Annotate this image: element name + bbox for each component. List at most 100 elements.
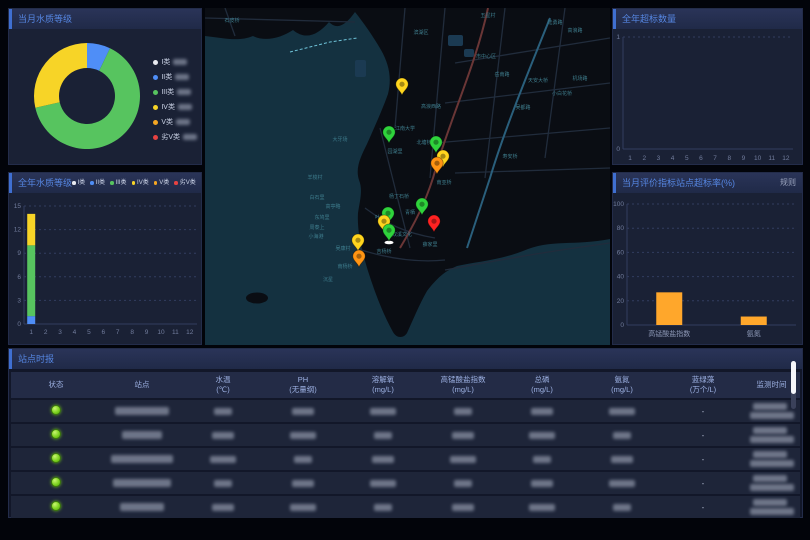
- panel-year-exceed: 全年超标数量 10123456789101112: [612, 8, 803, 165]
- scrollbar-track[interactable]: [791, 361, 796, 409]
- legend-item[interactable]: II类: [153, 72, 197, 82]
- x-axis-label: 9: [742, 155, 746, 162]
- status-indicator-normal: [51, 429, 61, 439]
- legend-item[interactable]: I类: [72, 173, 85, 193]
- legend-dot: [153, 135, 158, 140]
- panel-title: 当月评价指标站点超标率(%): [622, 173, 735, 193]
- scrollbar-thumb[interactable]: [791, 361, 796, 394]
- table-row[interactable]: -: [11, 424, 800, 446]
- nh3-cell: [581, 407, 663, 416]
- legend-label: 劣V类: [161, 132, 180, 142]
- redacted-value: [290, 504, 316, 511]
- x-axis-label: 2: [642, 155, 646, 162]
- table-row[interactable]: -: [11, 400, 800, 422]
- map-label: 南杨桥: [337, 263, 352, 270]
- column-label: 站点: [101, 380, 183, 390]
- column-header-6: 总磷(mg/L): [503, 375, 581, 395]
- map-label: 白石里: [309, 194, 324, 201]
- time-cell: [743, 426, 800, 444]
- legend-item[interactable]: III类: [153, 87, 197, 97]
- map-park: [355, 60, 366, 77]
- legend-item[interactable]: I类: [153, 57, 197, 67]
- x-axis-label: 4: [671, 155, 675, 162]
- x-axis-label: 2: [44, 329, 48, 336]
- time-cell: [743, 474, 800, 492]
- status-cell: [11, 477, 101, 489]
- x-axis-label: 8: [727, 155, 731, 162]
- redacted-value: [454, 480, 472, 487]
- station-cell: [101, 503, 183, 512]
- map-label: 羊梭村: [307, 174, 322, 181]
- x-axis-label: 11: [172, 329, 179, 336]
- temp-cell: [183, 503, 263, 512]
- legend-item[interactable]: 劣V类: [153, 132, 197, 142]
- x-axis-label: 3: [657, 155, 661, 162]
- legend-dot: [72, 181, 76, 185]
- x-axis-label: 氨氮: [747, 329, 761, 338]
- legend-label: III类: [116, 173, 127, 193]
- map-label: 园湖里: [387, 148, 402, 155]
- legend-item[interactable]: 劣V类: [174, 173, 196, 193]
- legend-item[interactable]: V类: [153, 117, 197, 127]
- legend-item[interactable]: II类: [90, 173, 105, 193]
- map[interactable]: 石皮桥滨湖区五星村陆勇路高浪路市中心区岳南路天安大桥机场路小白花桥高浪西路吴都路…: [205, 8, 610, 345]
- panel-year-quality: 全年水质等级 I类II类III类IV类V类劣V类 036912151234567…: [8, 172, 202, 345]
- x-axis-label: 1: [29, 329, 33, 336]
- map-label: 吴都路: [515, 104, 530, 111]
- legend-dot: [154, 181, 158, 185]
- legend-item[interactable]: IV类: [132, 173, 149, 193]
- y-axis-label: 6: [17, 274, 21, 281]
- map-label: 市中心区: [476, 53, 496, 60]
- legend-value-redacted: [183, 134, 197, 140]
- algae-cell: -: [663, 455, 743, 464]
- redacted-time: [750, 436, 794, 443]
- column-label: PH: [263, 375, 343, 385]
- ph-cell: [263, 479, 343, 488]
- redacted-value: [613, 432, 631, 439]
- x-axis-label: 7: [116, 329, 120, 336]
- table-row[interactable]: -: [11, 496, 800, 518]
- legend-value-redacted: [176, 119, 190, 125]
- column-header-4: 溶解氧(mg/L): [343, 375, 423, 395]
- station-report-panel: 站点时报 状态站点水温(℃)PH(无量纲)溶解氧(mg/L)高锰酸盐指数(mg/…: [8, 348, 803, 518]
- do-cell: [343, 503, 423, 512]
- rules-button[interactable]: 规则: [780, 173, 796, 193]
- table-row[interactable]: -: [11, 448, 800, 470]
- x-axis-label: 6: [101, 329, 105, 336]
- legend-item[interactable]: III类: [110, 173, 127, 193]
- legend-dot: [132, 181, 136, 185]
- panel-title: 全年超标数量: [622, 9, 676, 29]
- redacted-value: [294, 456, 312, 463]
- ph-cell: [263, 407, 343, 416]
- column-header-1: 站点: [101, 380, 183, 390]
- x-axis-label: 12: [186, 329, 194, 336]
- legend-label: I类: [161, 57, 170, 67]
- column-header-5: 高锰酸盐指数(mg/L): [423, 375, 503, 395]
- legend-item[interactable]: IV类: [153, 102, 197, 112]
- table-body: -----: [11, 400, 800, 518]
- redacted-station-name: [113, 479, 171, 487]
- table-row[interactable]: -: [11, 472, 800, 494]
- redacted-time: [750, 460, 794, 467]
- redacted-value: [372, 456, 394, 463]
- column-unit: (mg/L): [503, 385, 581, 395]
- y-axis-label: 40: [617, 274, 625, 281]
- legend-item[interactable]: V类: [154, 173, 170, 193]
- map-park: [448, 35, 463, 46]
- column-header-8: 蓝绿藻(万个/L): [663, 375, 743, 395]
- map-label: 北塘桥: [416, 139, 431, 146]
- nh3-cell: [581, 455, 663, 464]
- map-island: [246, 293, 268, 304]
- map-label: 天安大桥: [528, 77, 548, 84]
- status-cell: [11, 501, 101, 513]
- redacted-value: [214, 408, 232, 415]
- temp-cell: [183, 407, 263, 416]
- time-cell: [743, 450, 800, 468]
- x-axis-label: 10: [157, 329, 165, 336]
- tp-cell: [503, 503, 581, 512]
- redacted-date: [753, 475, 787, 482]
- nh3-cell: [581, 503, 663, 512]
- panel-month-quality-header: 当月水质等级: [9, 9, 201, 29]
- legend-dot: [153, 120, 158, 125]
- codmn-cell: [423, 407, 503, 416]
